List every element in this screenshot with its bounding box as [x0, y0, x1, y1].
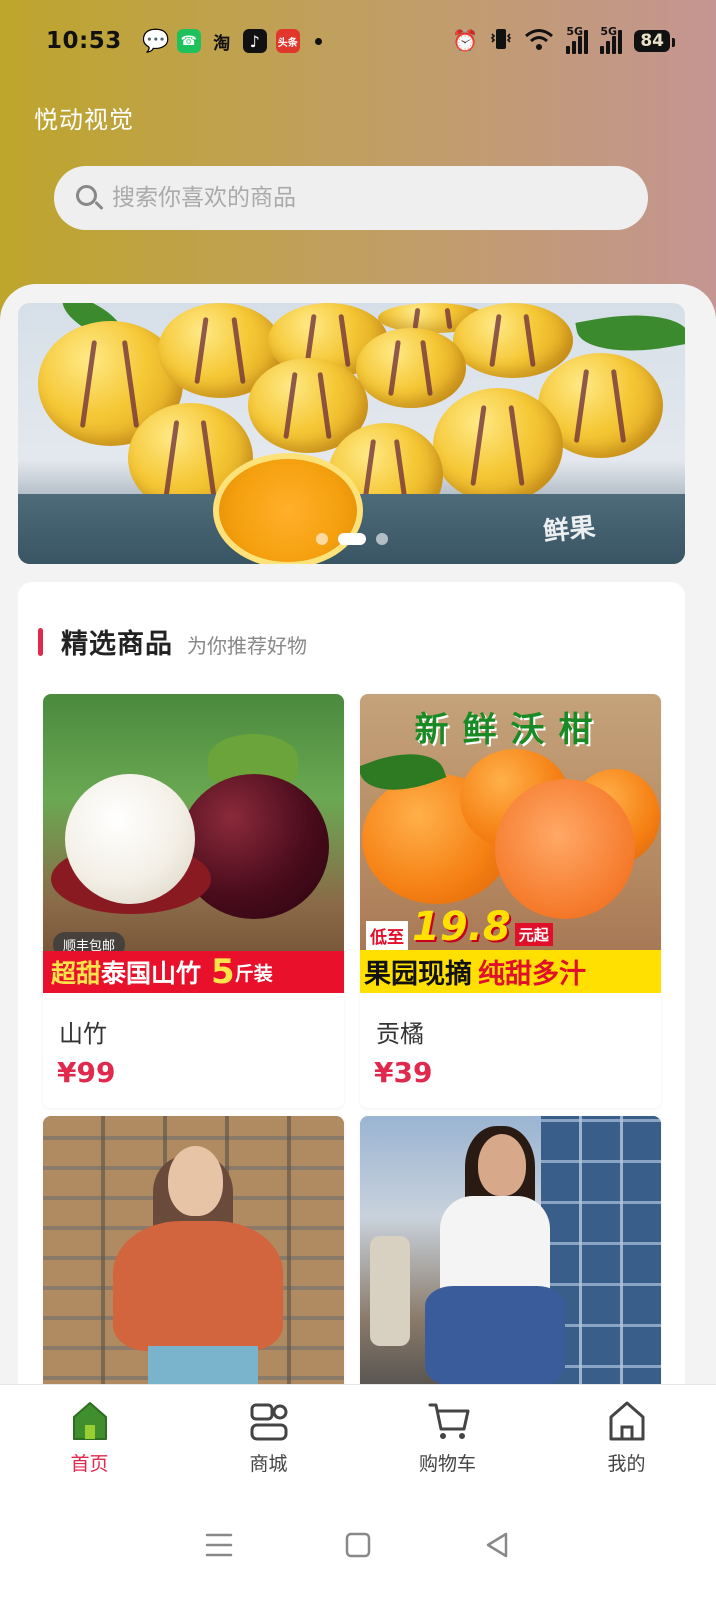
- tab-label: 商城: [249, 1453, 288, 1475]
- caption-text: 19.8: [412, 904, 511, 950]
- fruit-image: [453, 303, 573, 378]
- vibrate-icon: [490, 27, 512, 56]
- product-image: [360, 1116, 661, 1406]
- cart-icon: [428, 1399, 469, 1443]
- product-image: 顺丰包邮 超甜 泰国山竹 5 斤装: [43, 694, 344, 993]
- mall-icon: [249, 1399, 289, 1443]
- battery-indicator: 84: [634, 30, 675, 52]
- home-square-icon[interactable]: [328, 1525, 388, 1565]
- caption-text: 低至: [366, 921, 408, 950]
- tiktok-icon: ♪: [242, 29, 267, 53]
- product-name: 贡橘: [376, 1020, 424, 1048]
- system-navigation-bar: [0, 1490, 716, 1600]
- product-image-caption: 果园现摘 纯甜多汁: [360, 950, 661, 993]
- search-icon: [74, 183, 104, 213]
- tab-home[interactable]: 首页: [0, 1385, 179, 1490]
- product-card[interactable]: 新鲜沃柑 低至 19.8 元起 果园现摘 纯甜多汁 贡橘 ¥39: [360, 694, 661, 1108]
- notification-icons: 💬 ☎ 淘 ♪ 头条: [142, 28, 322, 54]
- caption-text: 超甜: [51, 959, 102, 988]
- wechat-icon: 💬: [142, 28, 170, 54]
- cut-fruit-image: [213, 453, 363, 564]
- product-card[interactable]: 顺丰包邮 超甜 泰国山竹 5 斤装 山竹 ¥99: [43, 694, 344, 1108]
- tab-profile[interactable]: 我的: [537, 1385, 716, 1490]
- product-image-caption: 超甜 泰国山竹 5 斤装: [43, 951, 344, 993]
- network-type-label: 5G: [600, 25, 618, 38]
- app-title: 悦动视觉: [34, 106, 134, 134]
- section-title: 精选商品: [61, 629, 173, 660]
- wifi-icon: [524, 27, 554, 55]
- caption-text: 元起: [514, 923, 553, 946]
- caption-text: 泰国山竹: [101, 959, 202, 988]
- home-filled-icon: [70, 1399, 110, 1443]
- phone-icon: ☎: [176, 29, 201, 53]
- caption-text: 纯甜多汁: [478, 959, 586, 990]
- signal-5g-icon: 5G: [566, 25, 589, 54]
- more-notifications-dot: [314, 37, 322, 45]
- caption-text: 斤装: [234, 962, 273, 985]
- carousel-dot[interactable]: [375, 533, 388, 545]
- menu-icon[interactable]: [189, 1525, 249, 1565]
- section-header: 精选商品 为你推荐好物: [38, 622, 307, 661]
- signal-5g-icon-2: 5G: [600, 25, 623, 54]
- fruit-image: [433, 388, 563, 503]
- product-price: ¥99: [57, 1056, 116, 1089]
- product-name: 山竹: [59, 1020, 107, 1048]
- tab-label: 购物车: [418, 1453, 476, 1475]
- carousel-dots: [18, 533, 685, 545]
- back-triangle-icon[interactable]: [467, 1525, 527, 1565]
- tab-label: 我的: [607, 1453, 646, 1475]
- bottom-tab-bar: 首页 商城 购物车 我的: [0, 1384, 716, 1490]
- caption-text: 5: [211, 952, 235, 992]
- tab-mall[interactable]: 商城: [179, 1385, 358, 1490]
- tab-label: 首页: [70, 1453, 109, 1475]
- carousel-dot-active[interactable]: [337, 533, 366, 545]
- tab-cart[interactable]: 购物车: [358, 1385, 537, 1490]
- product-image: 新鲜沃柑 低至 19.8 元起 果园现摘 纯甜多汁: [360, 694, 661, 993]
- carousel-dot[interactable]: [315, 533, 328, 545]
- status-bar: 10:53 💬 ☎ 淘 ♪ 头条 ⏰ 5G 5G 84: [0, 0, 716, 82]
- banner-carousel[interactable]: 鲜果: [18, 303, 685, 564]
- status-time: 10:53: [46, 28, 122, 54]
- search-bar[interactable]: [54, 166, 648, 230]
- profile-home-icon: [607, 1399, 647, 1443]
- product-card[interactable]: [360, 1116, 661, 1406]
- product-card[interactable]: [43, 1116, 344, 1406]
- caption-text: 果园现摘: [364, 959, 472, 990]
- taobao-icon: 淘: [213, 33, 231, 54]
- alarm-icon: ⏰: [452, 28, 479, 53]
- section-accent-bar: [38, 627, 43, 656]
- search-input[interactable]: [112, 185, 592, 211]
- product-image: [43, 1116, 344, 1406]
- product-price: ¥39: [374, 1056, 433, 1089]
- system-icons: ⏰ 5G 5G 84: [452, 25, 675, 56]
- section-subtitle: 为你推荐好物: [187, 634, 307, 658]
- network-type-label: 5G: [566, 25, 584, 38]
- product-image-price: 低至 19.8 元起: [360, 904, 661, 950]
- product-image-title: 新鲜沃柑: [414, 710, 607, 750]
- toutiao-icon: 头条: [275, 29, 300, 53]
- fruit-image: [356, 328, 466, 408]
